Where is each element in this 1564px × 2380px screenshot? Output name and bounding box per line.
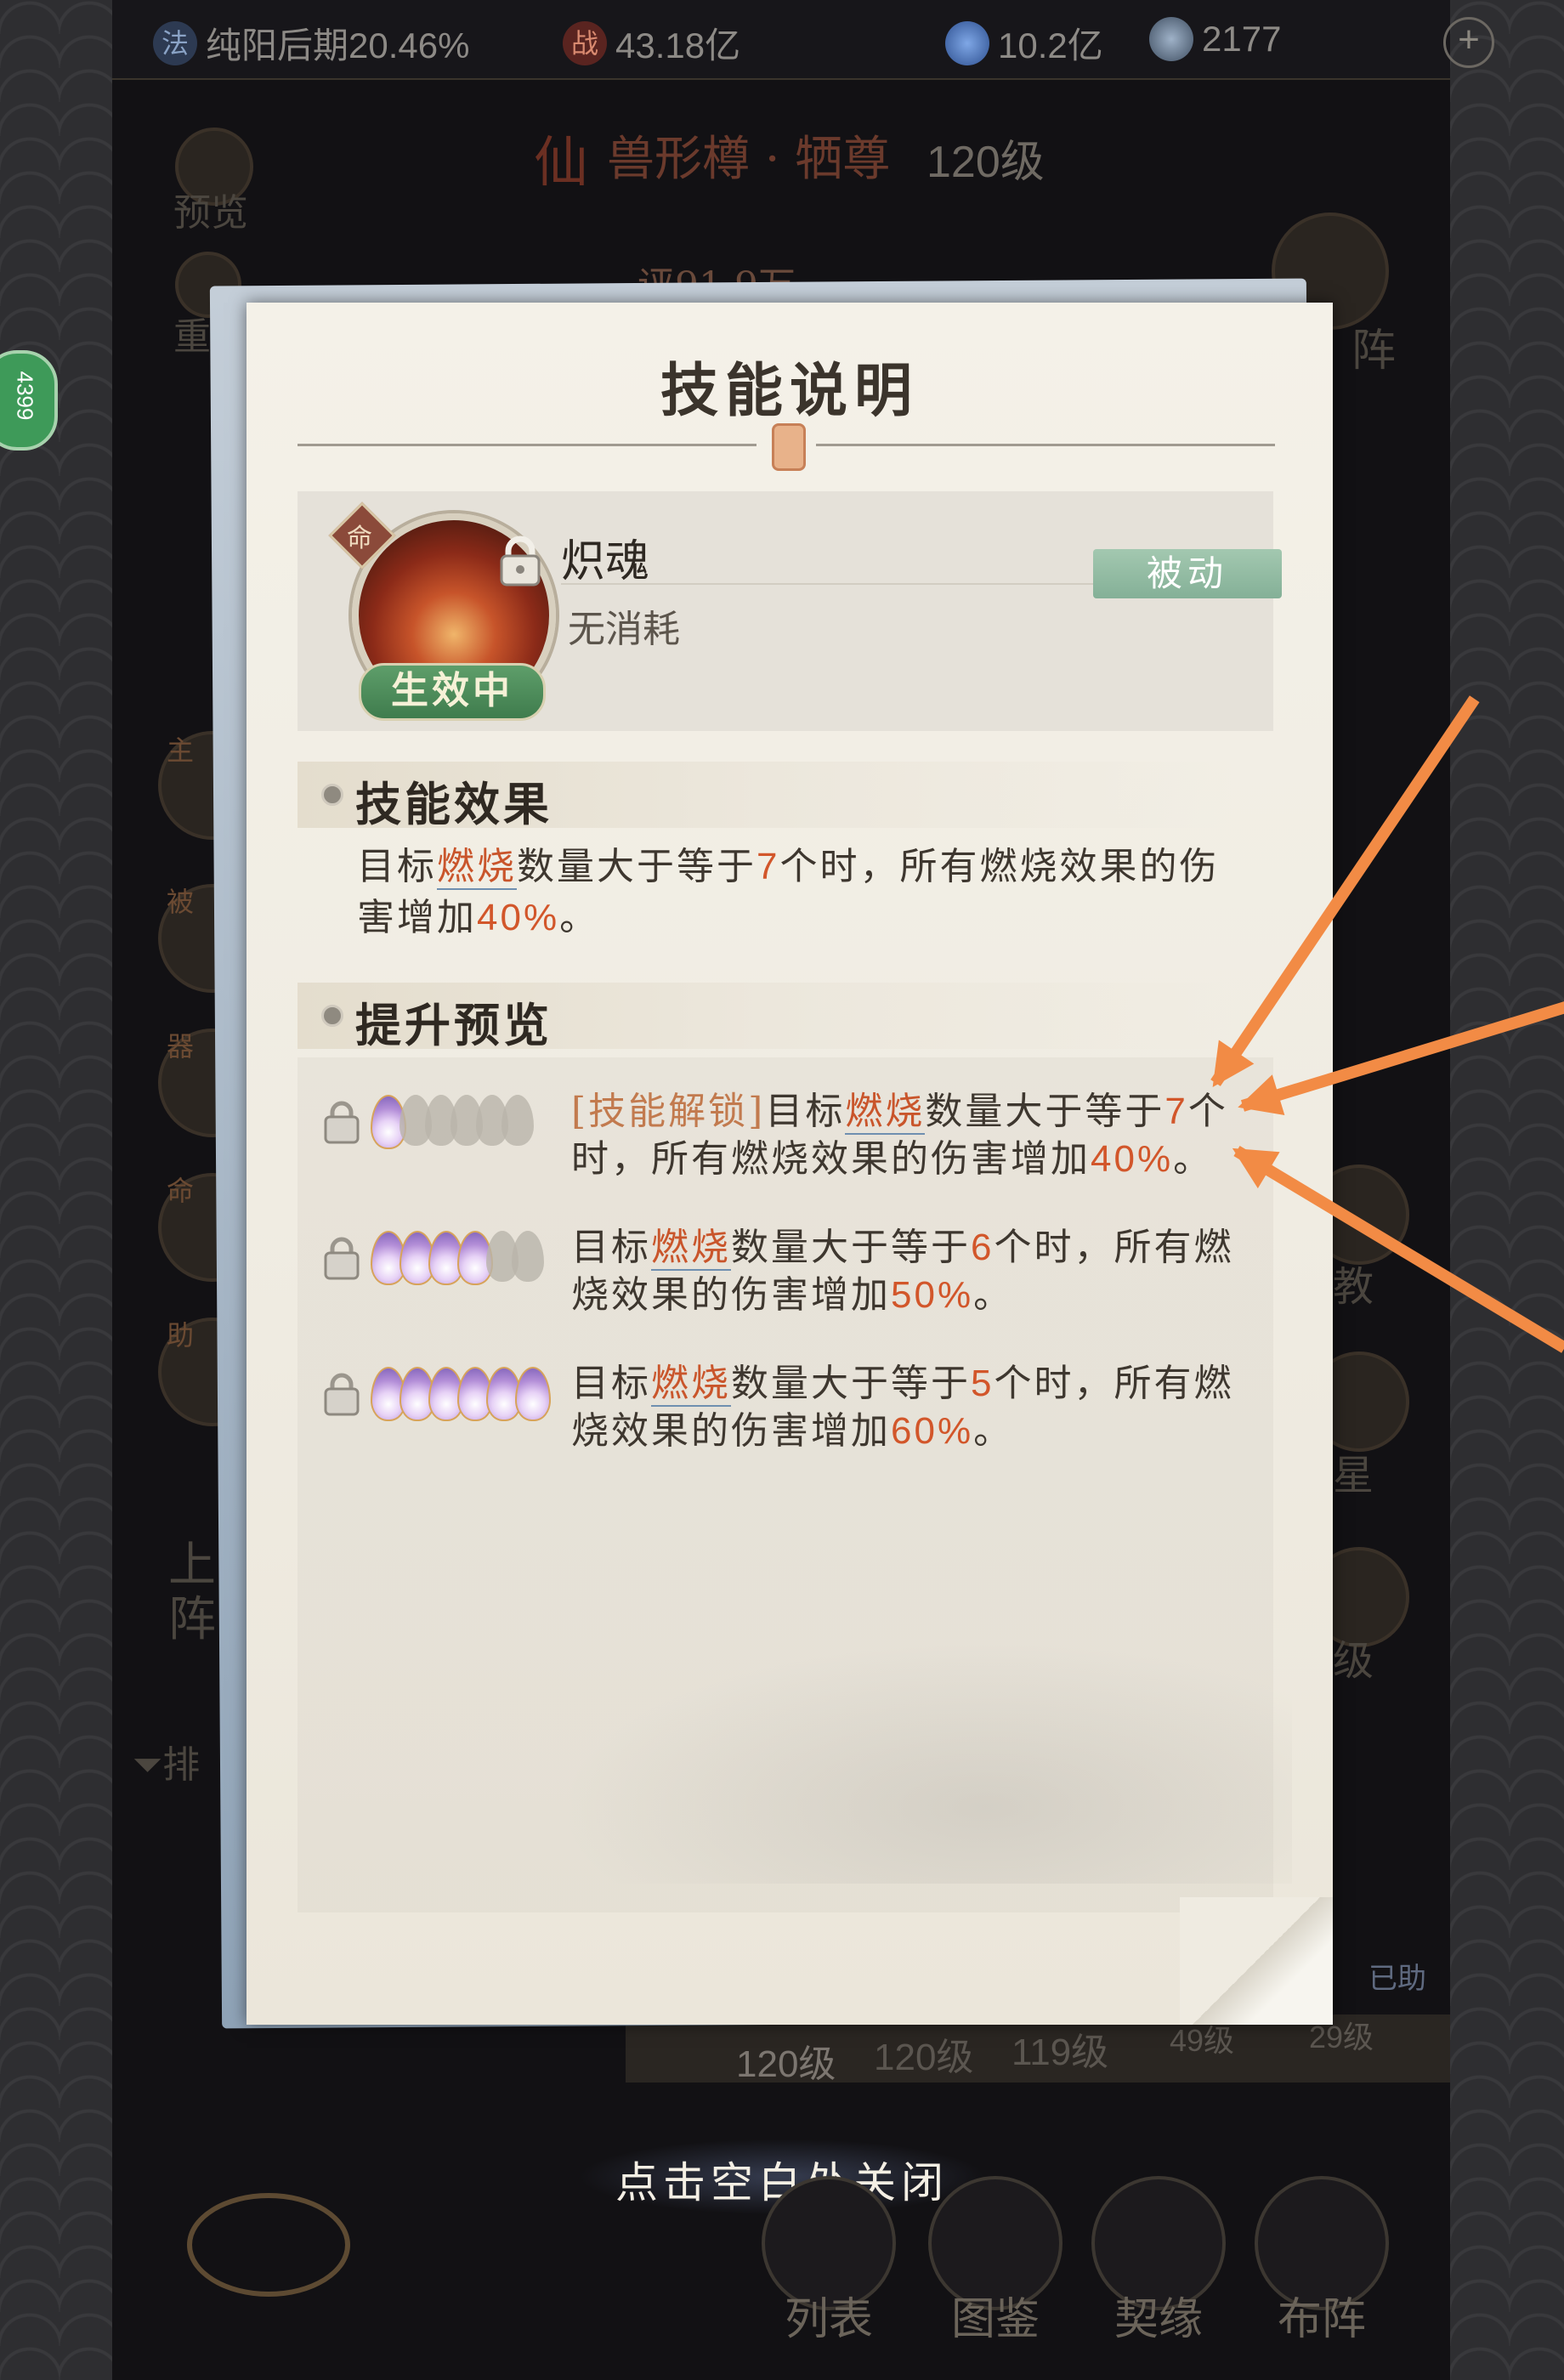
pet-level: 120级 xyxy=(926,138,1045,187)
side-slot-label-4: 命 xyxy=(167,1175,195,1207)
nav-list[interactable]: 列表 xyxy=(756,2176,901,2347)
cultivation-stat: 法 纯阳后期20.46% xyxy=(153,17,469,69)
side-slot-label-3: 器 xyxy=(167,1030,195,1062)
currency-b-value: 2177 xyxy=(1202,19,1282,59)
skill-cost: 无消耗 xyxy=(568,608,680,651)
skill-dialog: 技能说明 命 生效中 炽魂 无消耗 被动 技能效果 目标燃烧数量大于等于7个时，… xyxy=(246,303,1333,2025)
nav-codex[interactable]: 图鉴 xyxy=(923,2176,1068,2347)
currency-a-stat: 10.2亿 xyxy=(945,17,1103,69)
status-bar: 法 纯阳后期20.46% 战 43.18亿 10.2亿 2177 + xyxy=(112,0,1494,80)
right-pattern-margin xyxy=(1450,0,1564,2380)
section-bullet-icon xyxy=(321,1005,343,1027)
effect-section-header: 技能效果 xyxy=(298,762,1232,831)
skill-card: 命 生效中 炽魂 无消耗 被动 xyxy=(298,491,1282,731)
pet-name: 兽形樽 · 牺尊 xyxy=(607,132,891,187)
formation-side-label: 阵 xyxy=(1352,326,1397,377)
filter-icon: ⏷ xyxy=(133,1743,163,1787)
upgrade-section-header: 提升预览 xyxy=(298,983,1232,1052)
nav-formation[interactable]: 布阵 xyxy=(1250,2176,1394,2347)
right-label-1: 教 xyxy=(1333,1263,1374,1311)
upgrade-row-1-text: [技能解锁]目标燃烧数量大于等于7个时，所有燃烧效果的伤害增加40%。 xyxy=(571,1090,1228,1181)
assist-label: 已助 xyxy=(1368,1962,1426,1996)
side-slot-label-1: 主 xyxy=(167,734,195,767)
right-label-3: 级 xyxy=(1333,1637,1374,1685)
upgrade-row-2-text: 目标燃烧数量大于等于6个时，所有燃烧效果的伤害增加50%。 xyxy=(571,1226,1234,1317)
preview-label: 预览 xyxy=(173,191,248,235)
skill-name: 炽魂 xyxy=(561,536,650,587)
passive-type-tag: 被动 xyxy=(1093,549,1282,598)
upgrade-row-3-text: 目标燃烧数量大于等于5个时，所有燃烧效果的伤害增加60%。 xyxy=(571,1362,1234,1453)
dialog-title: 技能说明 xyxy=(660,357,919,425)
effect-section-title: 技能效果 xyxy=(355,777,552,831)
currency-b-stat: 2177 xyxy=(1149,17,1281,61)
add-currency-button[interactable]: + xyxy=(1443,17,1494,68)
star-flames-3 xyxy=(371,1367,551,1421)
row-lock-icon xyxy=(324,1101,360,1144)
destiny-badge-text: 命 xyxy=(347,524,372,553)
blue-crystal-icon xyxy=(945,20,989,65)
right-label-2: 星 xyxy=(1333,1452,1374,1499)
pet-grade-tag: 仙 xyxy=(534,132,588,195)
title-ornament-icon xyxy=(772,423,806,471)
row-lock-icon xyxy=(324,1373,360,1416)
power-value: 43.18亿 xyxy=(615,26,741,65)
ink-landscape-decoration xyxy=(527,1629,1292,1884)
side-slot-label-5: 助 xyxy=(167,1319,195,1352)
row-lock-icon xyxy=(324,1237,360,1280)
cloud-home-icon[interactable] xyxy=(187,2193,350,2297)
power-icon: 战 xyxy=(563,20,607,65)
section-bullet-icon xyxy=(321,784,343,806)
lock-icon xyxy=(500,536,541,586)
star-flames-1 xyxy=(371,1095,534,1149)
level-tab-1[interactable]: 120级 xyxy=(736,2033,836,2088)
power-stat: 战 43.18亿 xyxy=(563,17,740,69)
nav-bond[interactable]: 契缘 xyxy=(1086,2176,1231,2347)
green-side-tag[interactable]: 4399 xyxy=(0,350,58,450)
currency-a-value: 10.2亿 xyxy=(998,26,1103,65)
deploy-label[interactable]: 上 阵 xyxy=(168,1538,216,1647)
swirl-token-icon xyxy=(1149,17,1193,61)
sort-button[interactable]: ⏷排 xyxy=(133,1734,200,1788)
level-tab-2[interactable]: 120级 xyxy=(874,2026,973,2081)
level-tab-3[interactable]: 119级 xyxy=(1012,2021,1108,2076)
star-flames-2 xyxy=(371,1231,544,1285)
upgrade-section-title: 提升预览 xyxy=(355,998,552,1052)
effect-description: 目标燃烧数量大于等于7个时，所有燃烧效果的伤害增加40%。 xyxy=(357,845,1220,939)
cultivation-value: 纯阳后期20.46% xyxy=(206,26,470,65)
title-divider-right xyxy=(816,444,1275,446)
title-divider-left xyxy=(298,444,756,446)
active-status-badge: 生效中 xyxy=(359,663,546,721)
side-slot-label-2: 被 xyxy=(167,886,195,918)
cultivation-icon: 法 xyxy=(153,20,197,65)
page-corner-fold xyxy=(1180,1897,1333,2025)
